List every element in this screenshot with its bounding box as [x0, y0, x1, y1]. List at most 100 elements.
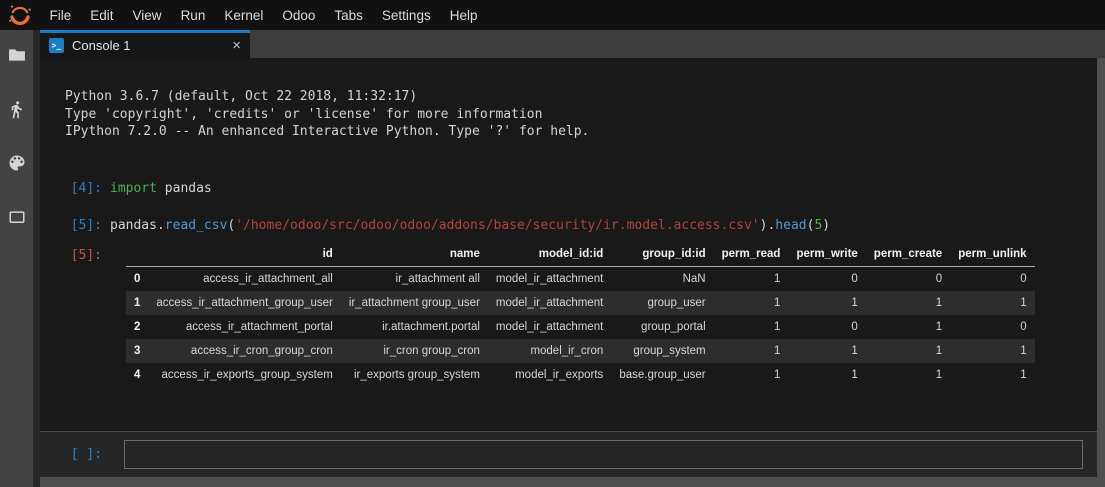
console-input[interactable] — [124, 440, 1083, 469]
table-cell: 1 — [950, 363, 1034, 387]
menu-item-view[interactable]: View — [123, 8, 171, 23]
column-header: name — [341, 242, 488, 267]
table-cell: 1 — [788, 291, 865, 315]
column-header: group_id:id — [611, 242, 713, 267]
table-cell: model_ir_exports — [488, 363, 611, 387]
index-header — [126, 242, 148, 267]
column-header: perm_unlink — [950, 242, 1034, 267]
banner-line: Type 'copyright', 'credits' or 'license'… — [65, 106, 1097, 124]
table-cell: 1 — [950, 339, 1034, 363]
table-cell: 0 — [950, 266, 1034, 291]
token-function: head — [775, 218, 806, 233]
folder-icon[interactable] — [6, 44, 28, 66]
table-cell: 1 — [714, 363, 789, 387]
jupyter-logo-icon — [0, 2, 40, 28]
row-index: 1 — [126, 291, 148, 315]
dataframe-table: idnamemodel_id:idgroup_id:idperm_readper… — [126, 242, 1035, 387]
table-cell: access_ir_attachment_portal — [148, 315, 340, 339]
table-cell: model_ir_attachment — [488, 291, 611, 315]
table-cell: 1 — [866, 315, 950, 339]
menu-item-help[interactable]: Help — [440, 8, 487, 23]
table-cell: model_ir_attachment — [488, 315, 611, 339]
menu-item-kernel[interactable]: Kernel — [215, 8, 273, 23]
execution-prompt: [5]: — [40, 218, 102, 233]
table-cell: 0 — [866, 266, 950, 291]
console-input-cell: [ ]: — [40, 431, 1097, 477]
table-cell: 1 — [714, 291, 789, 315]
palette-icon[interactable] — [6, 152, 28, 174]
input-prompt: [ ]: — [40, 447, 102, 462]
table-cell: 1 — [866, 339, 950, 363]
console-scroll-area[interactable]: Python 3.6.7 (default, Oct 22 2018, 11:3… — [40, 58, 1097, 431]
open-tabs-icon[interactable] — [6, 206, 28, 228]
table-cell: ir_cron group_cron — [341, 339, 488, 363]
row-index: 4 — [126, 363, 148, 387]
table-cell: 1 — [866, 291, 950, 315]
sidebar-seam — [33, 30, 40, 487]
column-header: id — [148, 242, 340, 267]
close-icon[interactable]: × — [232, 38, 241, 53]
table-cell: access_ir_attachment_group_user — [148, 291, 340, 315]
table-cell: 1 — [714, 339, 789, 363]
code-line: import pandas — [110, 181, 212, 196]
execution-prompt: [4]: — [40, 181, 102, 196]
table-header-row: idnamemodel_id:idgroup_id:idperm_readper… — [126, 242, 1035, 267]
table-cell: access_ir_exports_group_system — [148, 363, 340, 387]
table-cell: model_ir_attachment — [488, 266, 611, 291]
token-plain: pandas — [157, 181, 212, 196]
row-index: 2 — [126, 315, 148, 339]
token-plain: ). — [760, 218, 776, 233]
python-banner: Python 3.6.7 (default, Oct 22 2018, 11:3… — [65, 88, 1097, 141]
menu-item-edit[interactable]: Edit — [81, 8, 123, 23]
code-line: pandas.read_csv('/home/odoo/src/odoo/odo… — [110, 218, 830, 233]
table-cell: base.group_user — [611, 363, 713, 387]
table-cell: 1 — [714, 315, 789, 339]
table-cell: 1 — [950, 291, 1034, 315]
table-cell: NaN — [611, 266, 713, 291]
running-man-icon[interactable] — [6, 98, 28, 120]
table-cell: ir_attachment group_user — [341, 291, 488, 315]
table-cell: group_user — [611, 291, 713, 315]
column-header: model_id:id — [488, 242, 611, 267]
menu-item-file[interactable]: File — [40, 8, 81, 23]
table-cell: ir_exports group_system — [341, 363, 488, 387]
banner-line: IPython 7.2.0 -- An enhanced Interactive… — [65, 123, 1097, 141]
code-cell: [5]: pandas.read_csv('/home/odoo/src/odoo… — [40, 218, 1097, 233]
table-row: 2access_ir_attachment_portalir.attachmen… — [126, 315, 1035, 339]
row-index: 3 — [126, 339, 148, 363]
horizontal-scrollbar[interactable] — [40, 477, 1105, 487]
row-index: 0 — [126, 266, 148, 291]
console-icon: >_ — [49, 38, 64, 53]
table-cell: 1 — [866, 363, 950, 387]
menu-bar: FileEditViewRunKernelOdooTabsSettingsHel… — [0, 0, 1105, 30]
dataframe-output: idnamemodel_id:idgroup_id:idperm_readper… — [126, 242, 1035, 387]
table-row: 4access_ir_exports_group_systemir_export… — [126, 363, 1035, 387]
token-keyword: import — [110, 181, 157, 196]
table-cell: 1 — [788, 363, 865, 387]
vertical-scrollbar[interactable] — [1097, 58, 1105, 487]
output-prompt: [5]: — [40, 248, 102, 263]
menu-item-run[interactable]: Run — [171, 8, 215, 23]
token-plain: ) — [822, 218, 830, 233]
tab-console-1[interactable]: >_ Console 1 × — [40, 30, 250, 58]
table-cell: model_ir_cron — [488, 339, 611, 363]
token-string: '/home/odoo/src/odoo/odoo/addons/base/se… — [235, 218, 759, 233]
table-cell: group_system — [611, 339, 713, 363]
table-cell: access_ir_attachment_all — [148, 266, 340, 291]
tab-label: Console 1 — [72, 38, 131, 53]
table-cell: 0 — [788, 315, 865, 339]
table-cell: 1 — [714, 266, 789, 291]
table-cell: 0 — [950, 315, 1034, 339]
menu-item-tabs[interactable]: Tabs — [325, 8, 373, 23]
table-cell: ir_attachment all — [341, 266, 488, 291]
token-plain: pandas. — [110, 218, 165, 233]
column-header: perm_read — [714, 242, 789, 267]
table-row: 0access_ir_attachment_allir_attachment a… — [126, 266, 1035, 291]
table-cell: 0 — [788, 266, 865, 291]
table-cell: 1 — [788, 339, 865, 363]
menu-items: FileEditViewRunKernelOdooTabsSettingsHel… — [40, 8, 487, 23]
menu-item-odoo[interactable]: Odoo — [273, 8, 325, 23]
menu-item-settings[interactable]: Settings — [372, 8, 440, 23]
output-cell: [5]:idnamemodel_id:idgroup_id:idperm_rea… — [40, 248, 1097, 387]
column-header: perm_write — [788, 242, 865, 267]
